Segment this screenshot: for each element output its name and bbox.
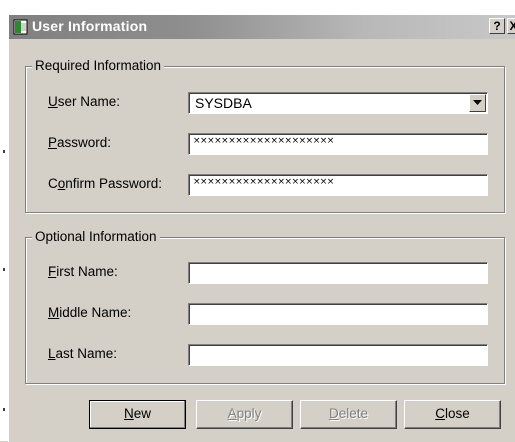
password-field[interactable]: ×××××××××××××××××××× xyxy=(188,133,488,155)
group-title: Required Information xyxy=(32,58,165,73)
close-window-button[interactable]: X xyxy=(507,18,515,34)
new-button[interactable]: New xyxy=(89,400,186,429)
apply-button[interactable]: Apply xyxy=(196,400,293,429)
user-name-combobox[interactable]: SYSDBA xyxy=(188,92,488,114)
last-name-field[interactable] xyxy=(188,344,488,366)
background-strip xyxy=(0,0,515,14)
edge-mark xyxy=(3,268,5,271)
middle-name-label: Middle Name: xyxy=(48,305,132,320)
confirm-password-value: ×××××××××××××××××××× xyxy=(193,177,334,187)
title-bar[interactable]: User Information ? X xyxy=(9,15,515,39)
window-title: User Information xyxy=(32,18,148,34)
middle-name-field[interactable] xyxy=(188,303,488,325)
first-name-label: First Name: xyxy=(48,264,118,279)
chevron-down-icon xyxy=(473,100,482,105)
first-name-field[interactable] xyxy=(188,262,488,284)
password-label: Password: xyxy=(48,135,112,150)
delete-button[interactable]: Delete xyxy=(300,400,397,429)
dropdown-button[interactable] xyxy=(469,94,486,112)
password-value: ×××××××××××××××××××× xyxy=(193,136,334,146)
user-name-label: User Name: xyxy=(48,94,121,109)
group-title: Optional Information xyxy=(32,229,160,244)
user-name-value: SYSDBA xyxy=(195,95,252,111)
app-icon[interactable] xyxy=(13,19,29,35)
last-name-label: Last Name: xyxy=(48,346,118,361)
confirm-password-label: Confirm Password: xyxy=(48,176,163,191)
confirm-password-field[interactable]: ×××××××××××××××××××× xyxy=(188,174,488,196)
edge-mark xyxy=(3,150,5,153)
edge-mark xyxy=(3,408,5,411)
close-button[interactable]: Close xyxy=(404,400,501,429)
help-button[interactable]: ? xyxy=(489,18,505,34)
